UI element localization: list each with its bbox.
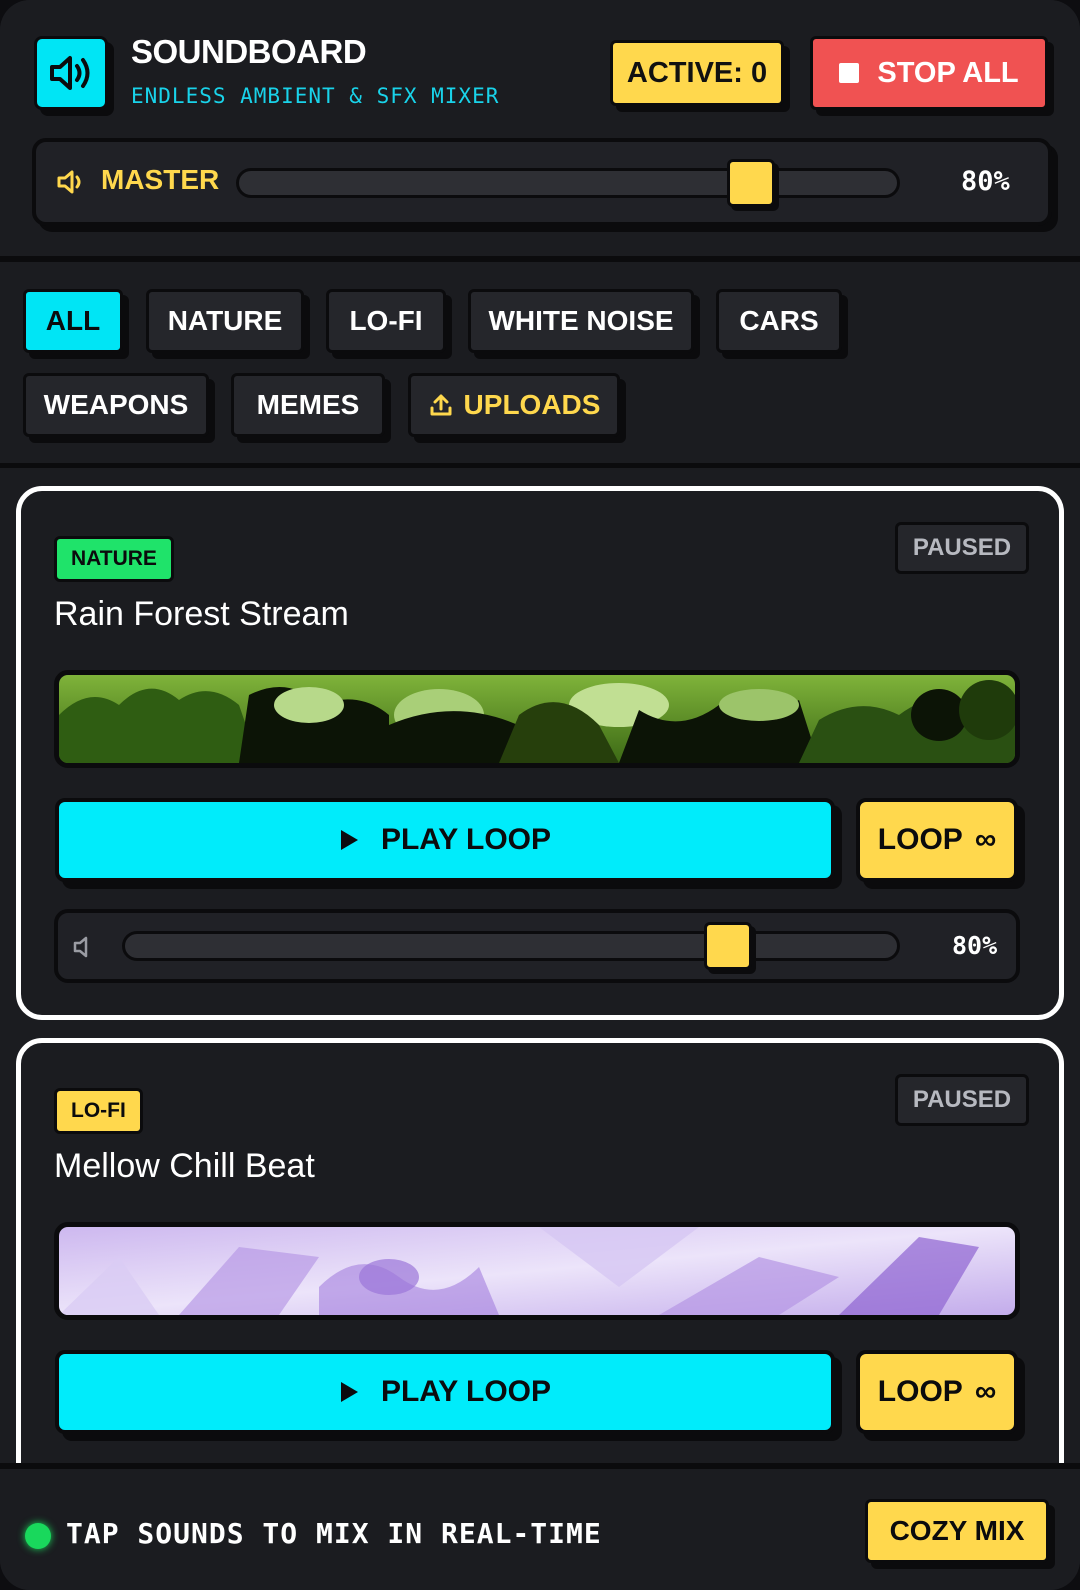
footer-bar: TAP SOUNDS TO MIX IN REAL-TIME COZY MIX (0, 1463, 1080, 1590)
forest-banner-image (54, 670, 1020, 768)
stop-icon (839, 63, 860, 83)
app-subtitle: ENDLESS AMBIENT & SFX MIXER (131, 84, 500, 108)
active-count-badge: ACTIVE: 0 (610, 40, 784, 106)
play-icon (340, 830, 358, 850)
play-icon (340, 1382, 358, 1402)
master-volume-panel: MASTER 80% (32, 138, 1052, 226)
footer-hint: TAP SOUNDS TO MIX IN REAL-TIME (66, 1517, 602, 1550)
filter-uploads-label: UPLOADS (463, 389, 601, 420)
master-volume-slider[interactable] (236, 159, 900, 207)
lofi-banner-image (54, 1222, 1020, 1320)
filter-all[interactable]: ALL (23, 289, 123, 353)
master-label: MASTER (101, 164, 220, 195)
filter-all-label: ALL (45, 305, 101, 336)
sound-volume-thumb[interactable] (704, 922, 752, 970)
filter-nature-label: NATURE (167, 305, 283, 336)
infinity-icon: ∞ (974, 823, 997, 856)
cozy-mix-button[interactable]: COZY MIX (865, 1499, 1049, 1563)
speaker-icon (57, 170, 81, 194)
logo (34, 36, 108, 110)
speaker-muted-icon (73, 936, 88, 958)
sound-volume-value: 80% (952, 931, 998, 960)
stop-all-button[interactable]: STOP ALL (810, 36, 1048, 110)
sound-title: Rain Forest Stream (54, 595, 349, 633)
category-tag: NATURE (54, 536, 174, 582)
status-badge: PAUSED (895, 1074, 1029, 1126)
stop-all-label: STOP ALL (877, 56, 1019, 89)
filter-white-noise[interactable]: WHITE NOISE (468, 289, 694, 353)
filter-memes[interactable]: MEMES (231, 373, 385, 437)
loop-label: LOOP (877, 823, 963, 856)
status-badge: PAUSED (895, 522, 1029, 574)
sound-card: NATURE PAUSED Rain Forest Stream PLAY LO… (16, 486, 1064, 1020)
upload-icon (430, 394, 452, 416)
play-loop-button[interactable]: PLAY LOOP (55, 1350, 835, 1434)
loop-toggle-button[interactable]: LOOP ∞ (856, 798, 1018, 882)
speaker-waves-icon (50, 56, 90, 90)
loop-label: LOOP (877, 1375, 963, 1408)
filter-weapons[interactable]: WEAPONS (23, 373, 209, 437)
filter-lo-fi-label: LO-FI (349, 305, 423, 336)
play-loop-button[interactable]: PLAY LOOP (55, 798, 835, 882)
live-indicator-dot (25, 1523, 51, 1549)
header: SOUNDBOARD ENDLESS AMBIENT & SFX MIXER A… (0, 0, 1080, 262)
category-filters: ALL NATURE LO-FI WHITE NOISE CARS WEAPON… (0, 268, 1080, 468)
filter-memes-label: MEMES (256, 389, 360, 420)
filter-nature[interactable]: NATURE (146, 289, 304, 353)
app-title: SOUNDBOARD (131, 33, 367, 70)
play-loop-label: PLAY LOOP (380, 1375, 552, 1408)
sound-title: Mellow Chill Beat (54, 1147, 315, 1185)
filter-lo-fi[interactable]: LO-FI (326, 289, 446, 353)
master-volume-value: 80% (961, 166, 1010, 197)
infinity-icon: ∞ (974, 1375, 997, 1408)
loop-toggle-button[interactable]: LOOP ∞ (856, 1350, 1018, 1434)
filter-uploads[interactable]: UPLOADS (408, 373, 620, 437)
play-loop-label: PLAY LOOP (380, 823, 552, 856)
category-tag: LO-FI (54, 1088, 143, 1134)
filter-weapons-label: WEAPONS (43, 389, 189, 420)
sound-volume-panel: 80% (54, 909, 1020, 983)
filter-cars-label: CARS (739, 305, 819, 336)
sound-volume-slider[interactable] (122, 922, 900, 970)
filter-cars[interactable]: CARS (716, 289, 842, 353)
filter-white-noise-label: WHITE NOISE (488, 305, 674, 336)
soundboard-app: SOUNDBOARD ENDLESS AMBIENT & SFX MIXER A… (0, 0, 1080, 1590)
master-volume-thumb[interactable] (727, 159, 775, 207)
